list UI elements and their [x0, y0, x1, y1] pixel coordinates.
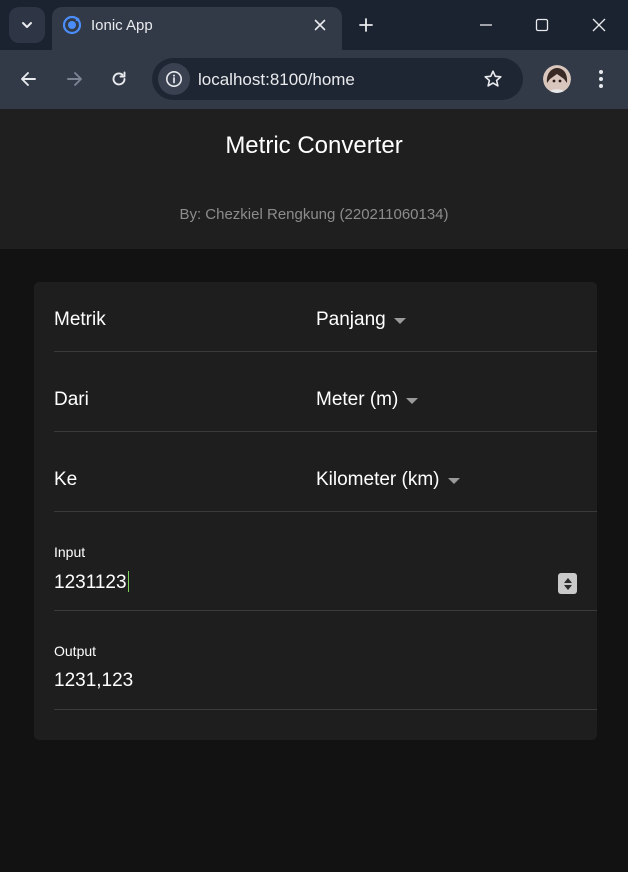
input-item: Input 1231123 — [54, 512, 597, 611]
back-button[interactable] — [17, 67, 41, 91]
arrow-right-icon — [67, 72, 82, 86]
maximize-icon — [535, 18, 549, 32]
page-title: Metric Converter — [225, 132, 403, 159]
tab-title: Ionic App — [91, 17, 153, 34]
kebab-icon — [599, 70, 603, 88]
site-info-button[interactable] — [158, 63, 190, 95]
reload-button[interactable] — [107, 67, 131, 91]
caret-down-icon — [447, 478, 460, 484]
caret-down-icon — [393, 318, 406, 324]
tab-search-button[interactable] — [9, 7, 45, 43]
minimize-icon — [480, 24, 492, 26]
metric-select[interactable]: Panjang — [316, 309, 406, 331]
browser-menu-button[interactable] — [590, 67, 612, 91]
to-unit-value: Kilometer (km) — [316, 469, 440, 490]
input-field-value: 1231123 — [54, 572, 127, 593]
address-bar[interactable]: localhost:8100/home — [152, 58, 523, 100]
url-text: localhost:8100/home — [198, 70, 355, 89]
profile-avatar[interactable] — [543, 65, 571, 93]
stepper-down-icon[interactable] — [563, 584, 572, 590]
from-select-item[interactable]: Dari Meter (m) — [54, 362, 597, 432]
maximize-button[interactable] — [531, 14, 553, 36]
avatar-image — [543, 65, 571, 93]
stepper-up-icon[interactable] — [563, 577, 572, 583]
browser-tabstrip: Ionic App — [0, 0, 628, 50]
from-unit-value: Meter (m) — [316, 389, 399, 410]
output-item: Output 1231,123 — [54, 611, 597, 710]
input-label: Input — [54, 544, 86, 560]
new-tab-button[interactable] — [355, 14, 377, 36]
chevron-down-icon — [22, 22, 32, 28]
caret-down-icon — [406, 398, 419, 404]
app-header: Metric Converter By: Chezkiel Rengkung (… — [0, 109, 628, 249]
ionic-icon — [62, 15, 82, 35]
input-field[interactable]: 1231123 — [54, 571, 534, 594]
from-unit-select[interactable]: Meter (m) — [316, 389, 419, 411]
plus-icon — [359, 18, 373, 32]
converter-card: Metrik Panjang Dari Meter (m) Ke Kilomet… — [34, 282, 597, 740]
arrow-left-icon — [21, 72, 36, 86]
to-label: Ke — [54, 469, 78, 490]
page-subtitle: By: Chezkiel Rengkung (220211060134) — [179, 206, 449, 223]
output-field[interactable]: 1231,123 — [54, 670, 534, 692]
metric-select-value: Panjang — [316, 309, 386, 330]
info-icon — [166, 71, 182, 87]
close-icon — [592, 18, 606, 32]
window-close-button[interactable] — [588, 14, 610, 36]
text-cursor — [127, 571, 129, 592]
output-label: Output — [54, 643, 97, 659]
to-unit-select[interactable]: Kilometer (km) — [316, 469, 460, 491]
metric-label: Metrik — [54, 309, 106, 330]
forward-button[interactable] — [62, 67, 86, 91]
reload-icon — [112, 71, 126, 86]
minimize-button[interactable] — [475, 14, 497, 36]
from-label: Dari — [54, 389, 89, 410]
browser-toolbar: localhost:8100/home — [0, 50, 628, 109]
close-icon — [314, 19, 326, 31]
metric-select-item[interactable]: Metrik Panjang — [54, 282, 597, 352]
browser-tab[interactable]: Ionic App — [52, 7, 342, 50]
tab-close-button[interactable] — [311, 16, 329, 34]
star-icon — [484, 70, 502, 87]
number-stepper[interactable] — [558, 573, 577, 594]
bookmark-button[interactable] — [482, 68, 504, 90]
to-select-item[interactable]: Ke Kilometer (km) — [54, 442, 597, 512]
